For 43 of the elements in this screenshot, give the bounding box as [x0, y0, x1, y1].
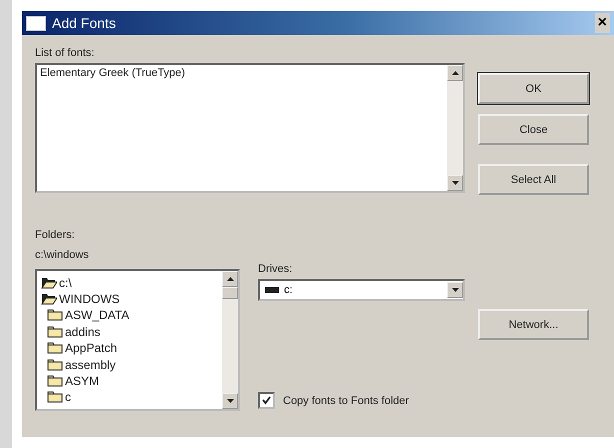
down-arrow-icon: [452, 181, 458, 185]
down-arrow-icon: [452, 288, 458, 292]
network-button[interactable]: Network...: [478, 309, 589, 340]
drive-icon: [264, 285, 280, 295]
down-arrow-icon: [226, 399, 234, 403]
folder-item[interactable]: AppPatch: [41, 340, 218, 356]
dialog-button[interactable]: Select All: [478, 164, 589, 195]
drives-dropdown[interactable]: c:: [258, 279, 465, 301]
up-arrow-icon: [226, 277, 234, 281]
folder-item[interactable]: ASYM: [41, 373, 218, 389]
scroll-thumb[interactable]: [222, 287, 238, 299]
copy-checkbox[interactable]: [258, 392, 275, 409]
check-icon: [262, 396, 271, 405]
folder-path: c:\windows: [35, 249, 90, 261]
folder-icon: [47, 309, 63, 322]
folder-icon: [47, 374, 63, 387]
scrollbar[interactable]: [222, 271, 238, 409]
folder-item[interactable]: addins: [41, 324, 218, 340]
folder-icon: [47, 342, 63, 354]
folder-item[interactable]: c: [41, 390, 218, 405]
dialog-button[interactable]: Close: [478, 114, 589, 145]
dialog-button[interactable]: OK: [478, 73, 589, 104]
drives-label: Drives:: [258, 263, 294, 275]
copy-label: Copy fonts to Fonts folder: [283, 394, 409, 406]
window-title: Add Fonts: [52, 15, 117, 31]
folder-icon: [47, 326, 63, 338]
folder-item[interactable]: WINDOWS: [41, 291, 218, 307]
window-icon: [26, 16, 46, 30]
open-folder-icon: [41, 293, 57, 306]
font-item[interactable]: Elementary Greek (TrueType): [40, 67, 444, 79]
folder-item[interactable]: assembly: [41, 356, 218, 372]
fonts-list[interactable]: Elementary Greek (TrueType): [35, 63, 465, 193]
folder-icon: [47, 391, 63, 404]
folder-icon: [47, 358, 63, 371]
folder-item[interactable]: ASW_DATA: [41, 308, 218, 324]
fonts-label: List of fonts:: [35, 47, 96, 59]
folder-tree[interactable]: c:\ WINDOWS ASW_DATA addins AppPatch assembly ASYM c: [35, 269, 240, 411]
folders-label: Folders:: [35, 229, 76, 241]
close-button[interactable]: ×: [594, 13, 610, 33]
up-arrow-icon: [452, 71, 458, 75]
open-folder-icon: [41, 276, 57, 289]
folder-item[interactable]: c:\: [41, 275, 218, 290]
scrollbar[interactable]: [447, 65, 463, 191]
